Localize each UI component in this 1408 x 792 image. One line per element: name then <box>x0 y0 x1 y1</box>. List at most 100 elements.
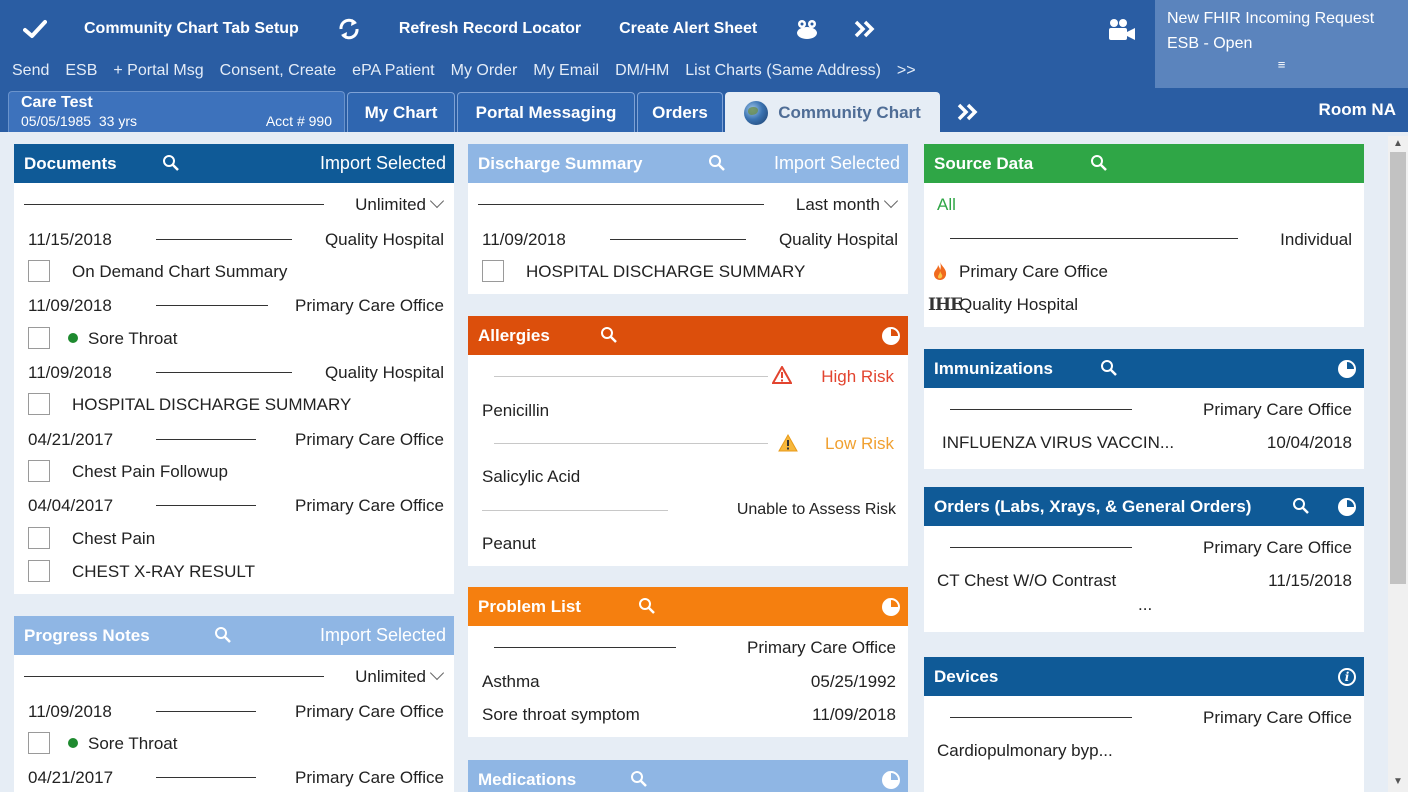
source-filter-all[interactable]: All <box>937 195 1364 215</box>
doc-group-source: Primary Care Office <box>295 496 444 515</box>
allergies-panel: Allergies High Risk Penicillin Low Risk … <box>468 316 908 566</box>
pie-chart-icon[interactable] <box>882 597 900 616</box>
pie-chart-icon[interactable] <box>882 770 900 789</box>
document-checkbox[interactable] <box>28 460 50 482</box>
source-item[interactable]: Quality Hospital <box>959 295 1364 315</box>
document-item[interactable]: HOSPITAL DISCHARGE SUMMARY <box>72 395 454 415</box>
allergy-item[interactable]: Peanut <box>482 534 908 554</box>
source-filter-individual[interactable]: Individual <box>924 230 1364 250</box>
documents-filter[interactable]: Unlimited <box>14 193 454 215</box>
epa-patient-link[interactable]: ePA Patient <box>352 62 434 80</box>
document-checkbox[interactable] <box>28 327 50 349</box>
esb-link[interactable]: ESB <box>65 62 97 80</box>
order-date: 11/15/2018 <box>1268 571 1352 590</box>
dm-hm-link[interactable]: DM/HM <box>615 62 669 80</box>
patient-tab[interactable]: Care Test 05/05/1985 33 yrs Acct # 990 <box>8 91 345 132</box>
filter-label: Unlimited <box>355 667 426 686</box>
search-icon[interactable] <box>638 597 656 615</box>
document-item-label: Sore Throat <box>88 329 178 348</box>
scrollbar-thumb[interactable] <box>1390 152 1406 584</box>
import-selected-button[interactable]: Import Selected <box>774 144 900 183</box>
my-email-link[interactable]: My Email <box>533 62 599 80</box>
search-icon[interactable] <box>600 326 618 344</box>
allergy-item[interactable]: Salicylic Acid <box>482 467 908 487</box>
document-item[interactable]: CHEST X-RAY RESULT <box>72 562 454 582</box>
refresh-record-locator-button[interactable]: Refresh Record Locator <box>399 20 581 38</box>
consent-create-link[interactable]: Consent, Create <box>220 62 337 80</box>
scroll-up-arrow-icon[interactable]: ▲ <box>1392 138 1404 149</box>
allergies-title: Allergies <box>478 325 550 345</box>
search-icon[interactable] <box>708 154 726 172</box>
doc-group-source: Primary Care Office <box>295 296 444 315</box>
pie-chart-icon[interactable] <box>882 326 900 345</box>
toolbar-row-primary: Community Chart Tab Setup Refresh Record… <box>0 0 1155 58</box>
community-chart-tab-setup-button[interactable]: Community Chart Tab Setup <box>84 20 299 38</box>
order-more[interactable]: ... <box>1138 595 1364 615</box>
search-icon[interactable] <box>630 770 648 788</box>
allergy-item[interactable]: Penicillin <box>482 401 908 421</box>
scroll-down-arrow-icon[interactable]: ▼ <box>1392 776 1404 787</box>
chevron-down-icon <box>429 193 445 209</box>
notification-panel[interactable]: New FHIR Incoming Request ESB - Open ≡ <box>1155 0 1408 88</box>
tab-label: Orders <box>652 102 708 122</box>
more-tabs-icon[interactable] <box>956 100 980 124</box>
immunizations-header: Immunizations <box>924 349 1364 388</box>
doc-group-source: Primary Care Office <box>295 430 444 449</box>
search-icon[interactable] <box>214 626 232 644</box>
search-icon[interactable] <box>1090 154 1108 172</box>
filter-label: Last month <box>795 195 880 214</box>
document-checkbox[interactable] <box>28 393 50 415</box>
documents-title: Documents <box>24 153 117 173</box>
tab-orders[interactable]: Orders <box>637 92 723 132</box>
more-links[interactable]: >> <box>897 62 916 80</box>
my-order-link[interactable]: My Order <box>451 62 518 80</box>
discharge-checkbox[interactable] <box>482 260 504 282</box>
search-icon[interactable] <box>162 154 180 172</box>
progress-notes-title: Progress Notes <box>24 625 150 645</box>
discharge-summary-panel: Discharge Summary Import Selected Last m… <box>468 144 908 294</box>
source-item[interactable]: Primary Care Office <box>959 262 1364 282</box>
tab-my-chart[interactable]: My Chart <box>347 92 455 132</box>
flame-icon <box>932 261 948 286</box>
document-item[interactable]: Chest Pain Followup <box>72 462 454 482</box>
allergies-header: Allergies <box>468 316 908 355</box>
document-item[interactable]: Sore Throat <box>68 329 454 349</box>
frog-icon[interactable] <box>793 15 821 43</box>
import-selected-button[interactable]: Import Selected <box>320 144 446 183</box>
list-charts-link[interactable]: List Charts (Same Address) <box>685 62 881 80</box>
document-item[interactable]: On Demand Chart Summary <box>72 262 454 282</box>
create-alert-sheet-button[interactable]: Create Alert Sheet <box>619 20 757 38</box>
note-checkbox[interactable] <box>28 732 50 754</box>
import-selected-button[interactable]: Import Selected <box>320 616 446 655</box>
checkmark-icon[interactable] <box>20 14 50 44</box>
video-camera-icon[interactable] <box>1106 16 1138 44</box>
tab-portal-messaging[interactable]: Portal Messaging <box>457 92 635 132</box>
search-icon[interactable] <box>1100 359 1118 377</box>
search-icon[interactable] <box>1292 497 1310 515</box>
document-checkbox[interactable] <box>28 527 50 549</box>
discharge-item[interactable]: HOSPITAL DISCHARGE SUMMARY <box>526 262 908 282</box>
note-group-source: Primary Care Office <box>295 702 444 721</box>
progress-filter[interactable]: Unlimited <box>14 665 454 687</box>
documents-header: Documents Import Selected <box>14 144 454 183</box>
info-icon[interactable]: i <box>1338 667 1356 686</box>
document-checkbox[interactable] <box>28 260 50 282</box>
pie-chart-icon[interactable] <box>1338 497 1356 516</box>
orders-panel: Orders (Labs, Xrays, & General Orders) P… <box>924 487 1364 632</box>
hamburger-menu-icon[interactable]: ≡ <box>1167 58 1396 72</box>
refresh-icon[interactable] <box>335 15 363 43</box>
pie-chart-icon[interactable] <box>1338 359 1356 378</box>
document-checkbox[interactable] <box>28 560 50 582</box>
discharge-filter[interactable]: Last month <box>468 193 908 215</box>
note-item[interactable]: Sore Throat <box>68 734 454 754</box>
patient-acct: Acct # 990 <box>265 113 332 129</box>
portal-msg-link[interactable]: + Portal Msg <box>113 62 203 80</box>
ihe-logo: IHE <box>928 295 963 315</box>
immunizations-panel: Immunizations Primary Care Office INFLUE… <box>924 349 1364 469</box>
device-item[interactable]: Cardiopulmonary byp... <box>937 741 1364 761</box>
document-item[interactable]: Chest Pain <box>72 529 454 549</box>
chevron-double-right-icon[interactable] <box>851 15 879 43</box>
send-link[interactable]: Send <box>12 62 49 80</box>
orders-header: Orders (Labs, Xrays, & General Orders) <box>924 487 1364 526</box>
tab-community-chart[interactable]: Community Chart <box>725 92 940 132</box>
